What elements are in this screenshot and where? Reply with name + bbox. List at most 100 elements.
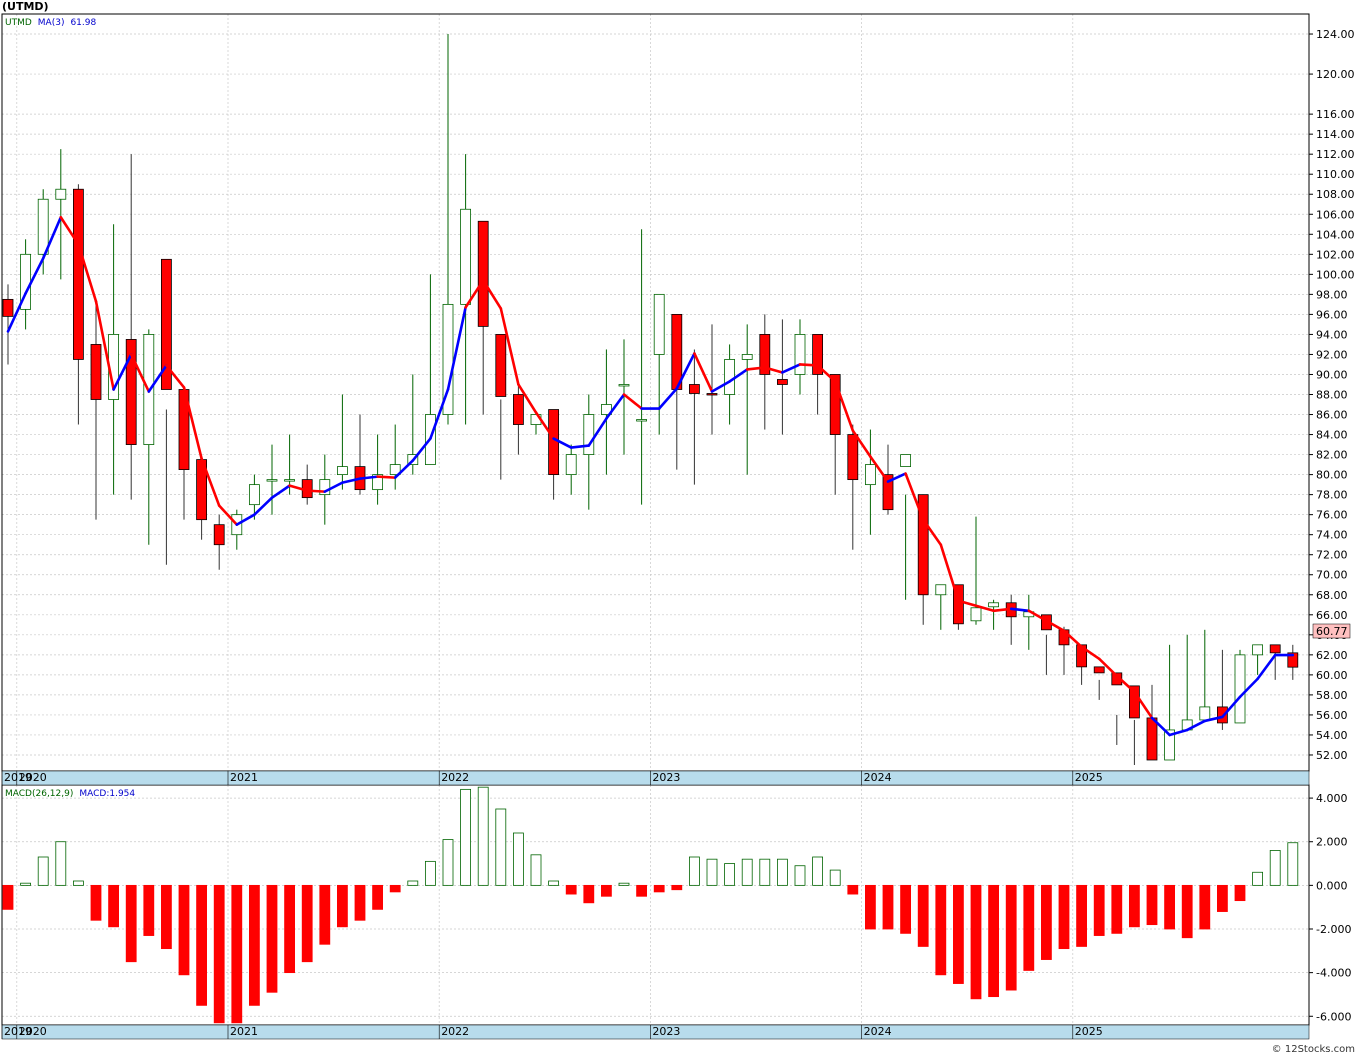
price-tick-label: 74.00 bbox=[1316, 529, 1348, 542]
macd-legend-value: MACD:1.954 bbox=[79, 789, 135, 799]
macd-bar-negative bbox=[671, 884, 683, 891]
candle-up bbox=[336, 466, 348, 476]
macd-bar-negative bbox=[1199, 884, 1211, 930]
price-year-label: 2022 bbox=[441, 771, 469, 784]
candle-down bbox=[477, 220, 489, 327]
macd-tick-label: 4.000 bbox=[1316, 792, 1348, 805]
candle-up bbox=[565, 454, 577, 476]
price-y-axis: 52.0054.0056.0058.0060.0062.0064.0066.00… bbox=[1309, 28, 1355, 762]
price-tick-label: 66.00 bbox=[1316, 609, 1348, 622]
macd-year-label: 2023 bbox=[652, 1025, 680, 1038]
macd-bar-positive bbox=[424, 860, 436, 886]
candle-up bbox=[583, 414, 595, 455]
candle-up bbox=[900, 454, 911, 467]
price-tick-label: 60.00 bbox=[1316, 669, 1348, 682]
candle-up bbox=[460, 208, 472, 305]
last-price-tag: 60.77 bbox=[1312, 623, 1351, 639]
price-tick-label: 70.00 bbox=[1316, 569, 1348, 582]
price-tick-label: 98.00 bbox=[1316, 288, 1348, 301]
price-panel-frame bbox=[1, 13, 1310, 772]
macd-bar-positive bbox=[55, 841, 67, 886]
macd-bar-negative bbox=[1129, 884, 1140, 928]
macd-bar-negative bbox=[970, 884, 982, 1000]
price-tick-label: 102.00 bbox=[1316, 248, 1355, 261]
macd-bar-positive bbox=[759, 858, 771, 886]
price-tick-label: 96.00 bbox=[1316, 308, 1348, 321]
price-tick-label: 68.00 bbox=[1316, 589, 1348, 602]
candle-down bbox=[777, 379, 788, 385]
macd-tick-label: -4.000 bbox=[1316, 967, 1351, 980]
candle-up bbox=[741, 354, 753, 360]
candle-up bbox=[724, 359, 735, 395]
candle-up bbox=[935, 584, 947, 596]
macd-bar-negative bbox=[1058, 884, 1070, 950]
macd-bar-negative bbox=[2, 884, 14, 910]
candle-down bbox=[73, 188, 84, 360]
macd-bar-negative bbox=[653, 884, 665, 893]
ma-segment bbox=[1256, 653, 1277, 681]
price-tick-label: 84.00 bbox=[1316, 429, 1348, 442]
candle-up bbox=[970, 607, 982, 622]
price-tick-label: 110.00 bbox=[1316, 168, 1355, 181]
macd-bar-negative bbox=[231, 884, 243, 1024]
macd-bar-negative bbox=[935, 884, 947, 976]
macd-bar-negative bbox=[1023, 884, 1035, 971]
macd-bar-negative bbox=[865, 884, 876, 930]
macd-bar-positive bbox=[1252, 871, 1263, 886]
ma-segment bbox=[305, 489, 327, 493]
macd-bar-negative bbox=[900, 884, 911, 934]
macd-bar-negative bbox=[847, 884, 859, 895]
macd-tick-label: -6.000 bbox=[1316, 1010, 1351, 1023]
candle-down bbox=[513, 394, 524, 425]
macd-bar-positive bbox=[460, 788, 472, 886]
price-tick-label: 106.00 bbox=[1316, 208, 1355, 221]
macd-bar-negative bbox=[1217, 884, 1228, 912]
macd-tick-label: 0.000 bbox=[1316, 879, 1348, 892]
macd-bar-negative bbox=[196, 884, 208, 1006]
macd-bar-negative bbox=[917, 884, 929, 947]
price-tick-label: 52.00 bbox=[1316, 749, 1348, 762]
macd-bar-positive bbox=[724, 863, 735, 886]
macd-legend-name: MACD(26,12,9) bbox=[5, 789, 73, 799]
candle-down bbox=[847, 434, 859, 481]
candle-down bbox=[671, 313, 683, 390]
macd-bar-negative bbox=[143, 884, 155, 936]
candle-down bbox=[1217, 706, 1228, 724]
price-tick-label: 90.00 bbox=[1316, 368, 1348, 381]
macd-bar-positive bbox=[442, 839, 454, 886]
macd-bar-positive bbox=[812, 856, 823, 886]
candle-up bbox=[618, 384, 630, 387]
ma-segment bbox=[622, 393, 643, 410]
ma-segment bbox=[798, 363, 819, 367]
price-tick-label: 104.00 bbox=[1316, 228, 1355, 241]
macd-bar-positive bbox=[1287, 842, 1299, 886]
price-tick-label: 82.00 bbox=[1316, 449, 1348, 462]
candle-down bbox=[213, 524, 225, 546]
watermark: © 12Stocks.com bbox=[1272, 1044, 1355, 1055]
macd-bar-negative bbox=[354, 884, 366, 921]
candle-down bbox=[495, 334, 507, 397]
candle-down bbox=[1146, 717, 1158, 761]
macd-bar-negative bbox=[301, 884, 313, 963]
macd-bar-negative bbox=[248, 884, 260, 1006]
macd-bar-positive bbox=[741, 858, 753, 886]
macd-bar-negative bbox=[389, 884, 401, 893]
macd-bar-negative bbox=[882, 884, 894, 930]
legend-ma-value: 61.98 bbox=[70, 18, 96, 28]
candle-down bbox=[548, 409, 559, 476]
macd-bar-negative bbox=[160, 884, 172, 950]
price-tick-label: 100.00 bbox=[1316, 268, 1355, 281]
price-tick-label: 94.00 bbox=[1316, 328, 1348, 341]
macd-bar-positive bbox=[689, 856, 700, 886]
macd-bar-negative bbox=[178, 884, 190, 976]
macd-bar-negative bbox=[1181, 884, 1193, 939]
price-tick-label: 72.00 bbox=[1316, 549, 1348, 562]
macd-legend: MACD(26,12,9) MACD:1.954 bbox=[5, 789, 135, 799]
chart-area: 52.0054.0056.0058.0060.0062.0064.0066.00… bbox=[1, 0, 1355, 1055]
candle-up bbox=[266, 479, 278, 482]
price-tick-label: 112.00 bbox=[1316, 148, 1355, 161]
candle-up bbox=[794, 334, 806, 375]
macd-bar-positive bbox=[495, 808, 507, 886]
candle-up bbox=[248, 484, 260, 506]
macd-bar-positive bbox=[530, 854, 542, 886]
